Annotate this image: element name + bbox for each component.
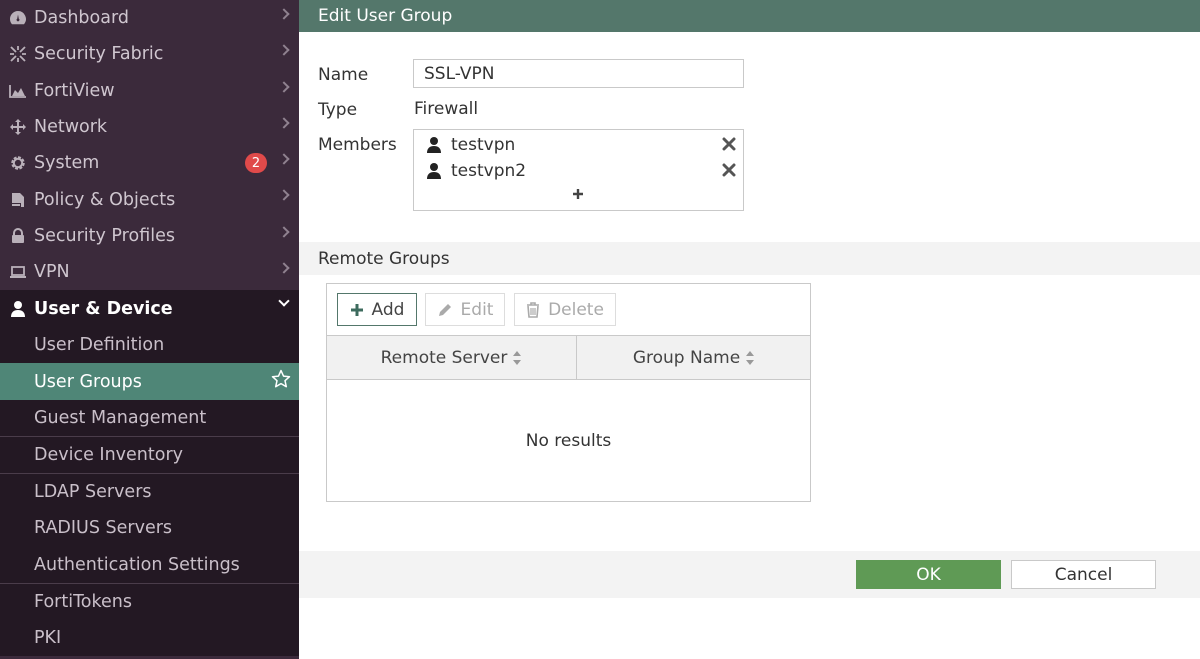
sidebar-subitem-label: User Groups	[34, 371, 142, 392]
remote-groups-section: Remote Groups	[299, 242, 1200, 275]
member-name: testvpn2	[451, 161, 527, 181]
add-button-label: Add	[371, 299, 405, 320]
sidebar-subitem-ldap-servers[interactable]: LDAP Servers	[0, 473, 299, 510]
sidebar-subitem-pki[interactable]: PKI	[0, 619, 299, 657]
delete-button-label: Delete	[548, 299, 604, 320]
sidebar-subitem-label: FortiTokens	[34, 591, 132, 612]
chevron-right-icon	[278, 226, 290, 238]
members-label: Members	[318, 135, 397, 155]
chevron-right-icon	[278, 153, 290, 165]
sidebar-item-label: Policy & Objects	[34, 189, 176, 210]
chevron-down-icon	[278, 295, 290, 308]
sidebar: Dashboard Security Fabric FortiView Netw…	[0, 0, 299, 659]
name-label: Name	[318, 65, 369, 85]
star-icon[interactable]	[271, 369, 291, 389]
ok-button[interactable]: OK	[856, 560, 1001, 589]
sidebar-subitem-radius-servers[interactable]: RADIUS Servers	[0, 509, 299, 547]
sidebar-subitem-label: Device Inventory	[34, 445, 183, 466]
network-icon	[8, 117, 28, 137]
members-field[interactable]: testvpn testvpn2	[413, 129, 744, 211]
sidebar-item-label: Network	[34, 117, 108, 138]
chevron-right-icon	[278, 189, 290, 202]
sidebar-subitem-device-inventory[interactable]: Device Inventory	[0, 436, 299, 474]
sidebar-item-label: User & Device	[34, 298, 173, 319]
column-header-label: Group Name	[632, 347, 741, 368]
sidebar-subitem-user-groups[interactable]: User Groups	[0, 363, 299, 400]
page-header: Edit User Group	[299, 0, 1200, 32]
remove-icon[interactable]	[722, 163, 736, 177]
trash-icon	[527, 301, 540, 318]
sidebar-item-label: Security Profiles	[34, 225, 175, 246]
security-fabric-icon	[8, 44, 28, 64]
name-input[interactable]	[413, 59, 744, 88]
cancel-button[interactable]: Cancel	[1011, 560, 1156, 589]
remove-icon[interactable]	[722, 137, 736, 151]
chevron-right-icon	[278, 80, 290, 93]
add-member-icon[interactable]	[572, 188, 584, 200]
sidebar-subitem-label: Authentication Settings	[34, 554, 240, 575]
pencil-icon	[438, 303, 451, 316]
gear-icon	[8, 153, 28, 173]
sidebar-item-vpn[interactable]: VPN	[0, 254, 299, 290]
policy-icon	[8, 190, 28, 210]
chevron-right-icon	[278, 117, 290, 129]
column-header-label: Remote Server	[380, 347, 508, 368]
dialog-footer: OK Cancel	[299, 551, 1200, 598]
chevron-right-icon	[278, 262, 290, 274]
sidebar-item-label: Dashboard	[34, 8, 129, 29]
table-header: Remote Server Group Name	[327, 335, 810, 380]
column-header-remote-server[interactable]: Remote Server	[327, 336, 577, 379]
sidebar-item-network[interactable]: Network	[0, 109, 299, 145]
chevron-right-icon	[278, 8, 290, 20]
sidebar-subitem-user-definition[interactable]: User Definition	[0, 326, 299, 364]
user-icon	[427, 137, 441, 153]
sidebar-subitem-label: User Definition	[34, 334, 165, 355]
remote-groups-table: Add Edit Delete Remote Server Group Name…	[326, 283, 811, 502]
type-label: Type	[318, 100, 358, 120]
delete-button[interactable]: Delete	[514, 293, 616, 326]
fortiview-icon	[8, 81, 28, 101]
user-icon	[427, 163, 441, 179]
user-icon	[8, 299, 28, 319]
edit-button-label: Edit	[460, 299, 494, 320]
sidebar-item-security-fabric[interactable]: Security Fabric	[0, 36, 299, 72]
notification-badge: 2	[245, 153, 267, 174]
sidebar-subitem-label: RADIUS Servers	[34, 517, 173, 538]
sidebar-subitem-guest-management[interactable]: Guest Management	[0, 399, 299, 437]
sort-icon	[746, 350, 755, 365]
sort-icon	[513, 350, 522, 365]
sidebar-item-user-device[interactable]: User & Device	[0, 290, 299, 327]
dashboard-icon	[8, 8, 28, 28]
sidebar-item-system[interactable]: System 2	[0, 145, 299, 181]
sidebar-item-fortiview[interactable]: FortiView	[0, 73, 299, 109]
section-title: Remote Groups	[318, 249, 450, 269]
sidebar-item-policy-objects[interactable]: Policy & Objects	[0, 181, 299, 217]
empty-state: No results	[525, 431, 612, 451]
chevron-right-icon	[278, 44, 290, 56]
laptop-icon	[8, 262, 28, 282]
sidebar-subitem-label: PKI	[34, 627, 62, 648]
add-button[interactable]: Add	[337, 293, 417, 326]
sidebar-item-dashboard[interactable]: Dashboard	[0, 0, 299, 36]
member-name: testvpn	[451, 135, 516, 155]
plus-icon	[350, 303, 363, 316]
sidebar-item-label: VPN	[34, 262, 70, 283]
sidebar-item-security-profiles[interactable]: Security Profiles	[0, 218, 299, 254]
sidebar-item-label: Security Fabric	[34, 44, 164, 65]
sidebar-item-label: FortiView	[34, 80, 115, 101]
column-header-group-name[interactable]: Group Name	[578, 336, 810, 379]
type-value: Firewall	[414, 99, 479, 119]
sidebar-subitem-authentication-settings[interactable]: Authentication Settings	[0, 546, 299, 583]
sidebar-subitem-label: Guest Management	[34, 408, 207, 429]
page-title: Edit User Group	[318, 6, 453, 26]
sidebar-item-label: System	[34, 153, 100, 174]
sidebar-subitem-label: LDAP Servers	[34, 481, 152, 502]
sidebar-subitem-fortitokens[interactable]: FortiTokens	[0, 582, 299, 620]
member-item: testvpn	[426, 134, 742, 156]
member-item: testvpn2	[426, 160, 742, 182]
lock-icon	[8, 226, 28, 246]
edit-button[interactable]: Edit	[425, 293, 505, 326]
